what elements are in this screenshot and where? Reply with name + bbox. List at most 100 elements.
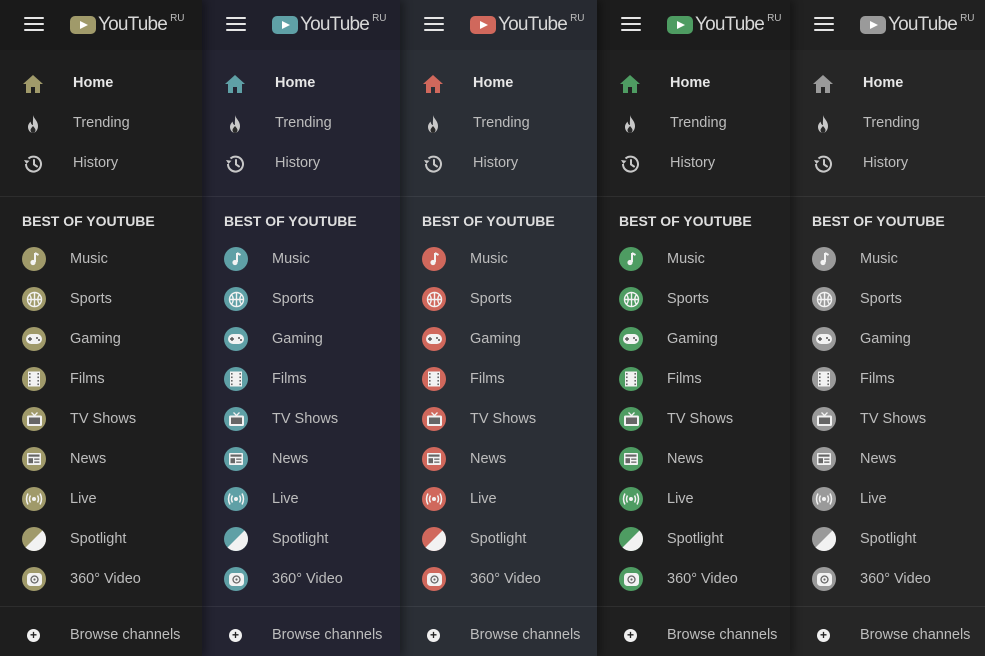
browse-channels-button[interactable]: + Browse channels xyxy=(400,621,597,651)
nav-item-home[interactable]: Home xyxy=(202,64,400,104)
category-item-gaming[interactable]: Gaming xyxy=(597,321,790,361)
category-item-films[interactable]: Films xyxy=(202,361,400,401)
nav-item-trending[interactable]: Trending xyxy=(400,104,597,144)
category-item-tv-shows[interactable]: TV Shows xyxy=(400,401,597,441)
plus-circle-icon: + xyxy=(27,629,40,642)
category-item-tv-shows[interactable]: TV Shows xyxy=(202,401,400,441)
nav-item-trending[interactable]: Trending xyxy=(597,104,790,144)
category-item-sports[interactable]: Sports xyxy=(202,281,400,321)
browse-channels-button[interactable]: + Browse channels xyxy=(202,621,400,651)
category-item-live[interactable]: Live xyxy=(0,481,202,521)
nav-item-home[interactable]: Home xyxy=(790,64,985,104)
live-broadcast-icon xyxy=(22,487,46,511)
category-item-360-video[interactable]: 360° Video xyxy=(790,561,985,601)
nav-item-trending[interactable]: Trending xyxy=(0,104,202,144)
spotlight-icon xyxy=(22,527,46,551)
play-logo-icon xyxy=(70,16,96,34)
youtube-logo[interactable]: YouTube RU xyxy=(860,13,975,36)
youtube-logo[interactable]: YouTube RU xyxy=(272,13,387,36)
category-item-spotlight[interactable]: Spotlight xyxy=(202,521,400,561)
category-item-sports[interactable]: Sports xyxy=(0,281,202,321)
nav-item-history[interactable]: History xyxy=(202,144,400,184)
plus-circle-icon: + xyxy=(817,629,830,642)
music-note-icon xyxy=(22,247,46,271)
category-item-films[interactable]: Films xyxy=(790,361,985,401)
browse-channels-button[interactable]: + Browse channels xyxy=(597,621,790,651)
category-item-music[interactable]: Music xyxy=(597,241,790,281)
nav-item-history[interactable]: History xyxy=(597,144,790,184)
category-label: Sports xyxy=(470,291,512,307)
menu-icon[interactable] xyxy=(24,17,44,31)
category-item-live[interactable]: Live xyxy=(790,481,985,521)
category-item-music[interactable]: Music xyxy=(790,241,985,281)
category-item-sports[interactable]: Sports xyxy=(400,281,597,321)
category-item-gaming[interactable]: Gaming xyxy=(202,321,400,361)
spotlight-icon xyxy=(812,527,836,551)
youtube-logo[interactable]: YouTube RU xyxy=(70,13,185,36)
logo-text: YouTube xyxy=(98,14,168,35)
history-icon xyxy=(224,154,246,174)
category-item-gaming[interactable]: Gaming xyxy=(790,321,985,361)
basketball-icon xyxy=(422,287,446,311)
category-item-sports[interactable]: Sports xyxy=(790,281,985,321)
category-item-live[interactable]: Live xyxy=(400,481,597,521)
nav-item-history[interactable]: History xyxy=(790,144,985,184)
browse-channels-button[interactable]: + Browse channels xyxy=(0,621,202,651)
category-item-music[interactable]: Music xyxy=(0,241,202,281)
plus-circle-icon: + xyxy=(229,629,242,642)
category-item-news[interactable]: News xyxy=(790,441,985,481)
category-item-360-video[interactable]: 360° Video xyxy=(0,561,202,601)
category-item-news[interactable]: News xyxy=(0,441,202,481)
category-item-spotlight[interactable]: Spotlight xyxy=(790,521,985,561)
category-item-tv-shows[interactable]: TV Shows xyxy=(597,401,790,441)
category-item-360-video[interactable]: 360° Video xyxy=(400,561,597,601)
gamepad-icon xyxy=(812,327,836,351)
category-item-music[interactable]: Music xyxy=(202,241,400,281)
youtube-logo[interactable]: YouTube RU xyxy=(667,13,782,36)
category-item-live[interactable]: Live xyxy=(597,481,790,521)
menu-icon[interactable] xyxy=(424,17,444,31)
category-item-tv-shows[interactable]: TV Shows xyxy=(790,401,985,441)
category-item-news[interactable]: News xyxy=(202,441,400,481)
category-item-tv-shows[interactable]: TV Shows xyxy=(0,401,202,441)
category-item-spotlight[interactable]: Spotlight xyxy=(597,521,790,561)
tv-icon xyxy=(422,407,446,431)
category-item-news[interactable]: News xyxy=(597,441,790,481)
category-item-news[interactable]: News xyxy=(400,441,597,481)
category-label: Spotlight xyxy=(860,531,917,547)
menu-icon[interactable] xyxy=(621,17,641,31)
category-item-music[interactable]: Music xyxy=(400,241,597,281)
nav-item-history[interactable]: History xyxy=(400,144,597,184)
menu-icon[interactable] xyxy=(814,17,834,31)
category-item-spotlight[interactable]: Spotlight xyxy=(400,521,597,561)
category-label: TV Shows xyxy=(667,411,734,427)
spotlight-icon xyxy=(422,527,446,551)
section-title: BEST OF YOUTUBE xyxy=(812,213,945,229)
category-item-films[interactable]: Films xyxy=(597,361,790,401)
nav-item-home[interactable]: Home xyxy=(400,64,597,104)
menu-icon[interactable] xyxy=(226,17,246,31)
region-badge: RU xyxy=(570,12,585,24)
category-item-live[interactable]: Live xyxy=(202,481,400,521)
category-item-films[interactable]: Films xyxy=(0,361,202,401)
history-icon xyxy=(22,154,44,174)
category-item-gaming[interactable]: Gaming xyxy=(400,321,597,361)
category-item-sports[interactable]: Sports xyxy=(597,281,790,321)
nav-item-history[interactable]: History xyxy=(0,144,202,184)
divider xyxy=(597,196,790,197)
section-title: BEST OF YOUTUBE xyxy=(619,213,752,229)
category-item-gaming[interactable]: Gaming xyxy=(0,321,202,361)
nav-item-trending[interactable]: Trending xyxy=(202,104,400,144)
category-item-spotlight[interactable]: Spotlight xyxy=(0,521,202,561)
youtube-logo[interactable]: YouTube RU xyxy=(470,12,585,36)
category-item-360-video[interactable]: 360° Video xyxy=(597,561,790,601)
category-label: Gaming xyxy=(272,331,323,347)
nav-item-home[interactable]: Home xyxy=(0,64,202,104)
newspaper-icon xyxy=(422,447,446,471)
category-item-films[interactable]: Films xyxy=(400,361,597,401)
nav-item-trending[interactable]: Trending xyxy=(790,104,985,144)
nav-item-home[interactable]: Home xyxy=(597,64,790,104)
browse-channels-button[interactable]: + Browse channels xyxy=(790,621,985,651)
home-icon xyxy=(224,74,246,94)
category-item-360-video[interactable]: 360° Video xyxy=(202,561,400,601)
